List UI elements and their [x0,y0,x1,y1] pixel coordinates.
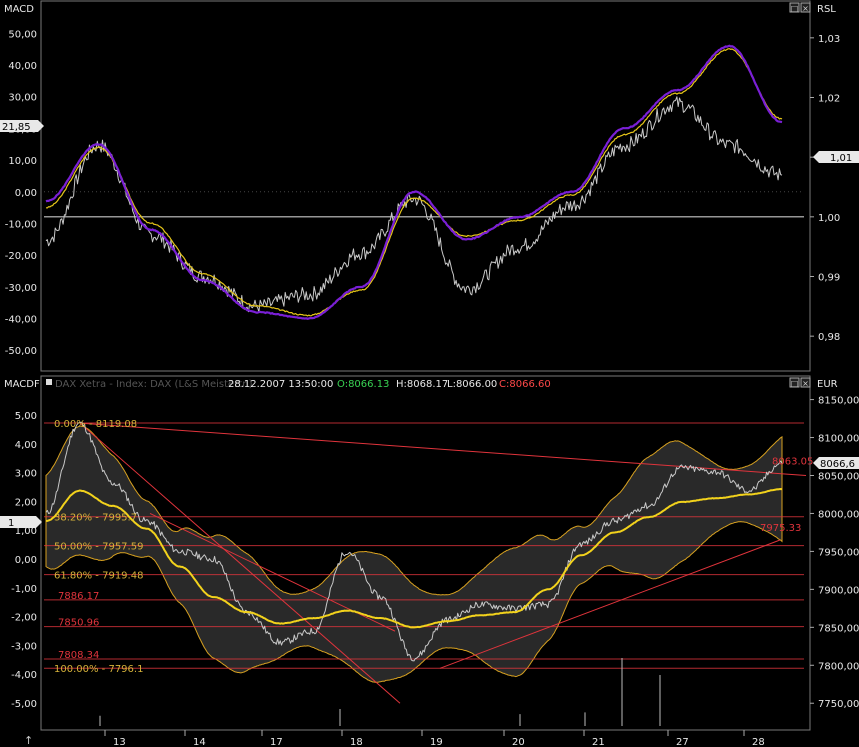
bottom-left-tick-labels: 5,004,003,002,001,000,00-1,00-2,00-3,00-… [11,411,37,710]
x-tick-label: 28 [752,737,765,747]
tick-label: -50,00 [5,346,37,357]
svg-text:×: × [802,379,809,388]
x-axis: 13 14 17 18 19 20 21 27 28 [104,730,765,747]
top-right-tick-labels: 1,031,021,011,000,990,98 [810,34,840,343]
chart-stage: □ × □ × MACD RSL MACDF EUR DAX Xetra - I… [0,0,859,747]
svg-text:8066,6: 8066,6 [820,459,855,470]
tick-label: 8150,00 [818,396,859,407]
tick-label: 40,00 [8,61,37,72]
ohlc-low: L:8066.00 [447,379,497,390]
svg-text:□: □ [791,4,799,13]
level-label: 7850.96 [58,618,99,629]
x-tick-label: 13 [113,737,126,747]
tick-label: -3,00 [11,641,37,652]
level-label: 7808.34 [58,650,99,661]
x-tick-label: 21 [592,737,605,747]
tick-label: -30,00 [5,283,37,294]
tick-label: -2,00 [11,613,37,624]
tick-label: -1,00 [11,584,37,595]
x-tick-label: 14 [193,737,206,747]
tick-label: -5,00 [11,699,37,710]
tick-label: 1,00 [818,213,840,224]
tick-label: 7800,00 [818,661,859,672]
tick-label: 0,00 [15,188,37,199]
svg-text:×: × [802,4,809,13]
ohlc-open: O:8066.13 [337,379,389,390]
top-left-badge: 21,85 [0,120,44,133]
svg-text:1,01: 1,01 [830,153,852,164]
svg-text:21,85: 21,85 [2,122,31,133]
scroll-up-arrow[interactable]: ↑ [24,734,33,747]
tick-label: -4,00 [11,670,37,681]
top-panel-frame [40,0,811,372]
fib-label: 100.00% - 7796.1 [54,664,143,675]
tick-label: 5,00 [15,411,37,422]
tick-label: -10,00 [5,219,37,230]
bottom-right-badge: 8066,6 [813,457,859,470]
tick-label: 8000,00 [818,509,859,520]
top-right-badge: 1,01 [813,151,859,164]
ohlc-high: H:8068.17 [396,379,448,390]
level-label: 7886.17 [58,591,99,602]
x-tick-label: 18 [350,737,363,747]
instrument-name: DAX Xetra - Index: DAX (L&S Meistertr.) [55,379,253,390]
header-datetime: 28.12.2007 13:50:00 [228,379,333,390]
tick-label: 7900,00 [818,585,859,596]
tick-label: 4,00 [15,440,37,451]
tick-label: 2,00 [15,497,37,508]
x-tick-label: 20 [512,737,525,747]
svg-text:□: □ [791,379,799,388]
tick-label: -20,00 [5,251,37,262]
tick-label: 0,99 [818,273,840,284]
fib-label: 61.80% - 7919.48 [54,571,143,582]
level-label: 7975.33 [760,523,801,534]
tick-label: -40,00 [5,314,37,325]
fib-label: 50.00% - 7957.59 [54,542,143,553]
bottom-left-badge: 1 [0,516,42,529]
tick-label: 1,02 [818,94,840,105]
tick-label: 8100,00 [818,434,859,445]
bottom-header: DAX Xetra - Index: DAX (L&S Meistertr.) … [46,379,551,390]
tick-label: 7850,00 [818,623,859,634]
tick-label: 3,00 [15,469,37,480]
bottom-right-axis-label: EUR [817,379,838,390]
x-tick-label: 27 [676,737,689,747]
x-tick-label: 17 [270,737,283,747]
tick-label: 10,00 [8,156,37,167]
svg-text:1: 1 [8,518,14,529]
top-left-tick-labels: 50,0040,0030,0020,0010,000,00-10,00-20,0… [5,29,37,357]
tick-label: 0,98 [818,332,840,343]
tick-label: 8050,00 [818,472,859,483]
tick-label: 30,00 [8,93,37,104]
top-right-axis-label: RSL [817,4,836,15]
tick-label: 7750,00 [818,699,859,710]
bottom-right-tick-labels: 8150,00 8100,00 8050,00 8000,00 7950,00 7900,… [810,396,859,710]
level-label: 8063.05 [772,457,813,468]
ohlc-close: C:8066.60 [499,379,551,390]
x-tick-label: 19 [430,737,443,747]
fib-label: 38.20% - 7995.7 [54,513,137,524]
fib-label: 0.00% - 8119.08 [54,419,137,430]
top-left-axis-label: MACD [4,4,34,15]
tick-label: 50,00 [8,29,37,40]
bottom-left-axis-label: MACDF [4,379,40,390]
tick-label: 7950,00 [818,547,859,558]
tick-label: 0,00 [15,555,37,566]
tick-label: 1,03 [818,34,840,45]
